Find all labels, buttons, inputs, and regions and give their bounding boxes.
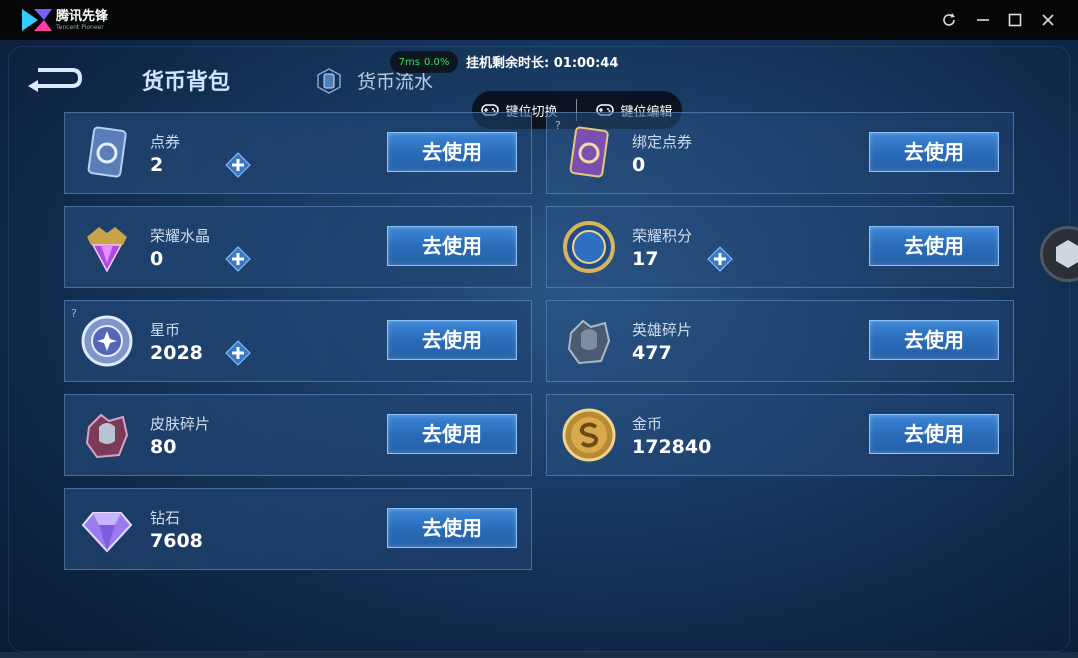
currency-name: 点券 (150, 133, 181, 151)
maximize-button[interactable] (1002, 8, 1028, 32)
honor-crystal-icon (87, 227, 127, 273)
currency-card-skin-fragment: 皮肤碎片 80 去使用 (64, 394, 532, 476)
help-mark[interactable]: ? (71, 307, 77, 320)
currency-name: 荣耀积分 (632, 227, 693, 245)
app-subtitle: Tencent Pioneer (56, 24, 104, 31)
currency-amount: 2 (150, 154, 164, 176)
star-coin-icon (81, 315, 133, 367)
refresh-icon (943, 13, 955, 26)
use-button[interactable]: 去使用 (869, 132, 999, 172)
tab-currency-bag[interactable]: 货币背包 (142, 64, 230, 96)
add-icon[interactable] (225, 340, 251, 366)
add-icon[interactable] (707, 246, 733, 272)
coupon-card-icon (87, 126, 127, 178)
currency-card-hero-fragment: 英雄碎片 477 去使用 (546, 300, 1014, 382)
hexagon-icon (1056, 240, 1078, 268)
bound-coupon-card-icon (569, 126, 609, 178)
currency-amount: 172840 (632, 436, 712, 458)
refresh-button[interactable] (936, 8, 962, 32)
currency-card-coupon: 点券 2 去使用 (64, 112, 532, 194)
add-icon[interactable] (225, 152, 251, 178)
maximize-icon (1008, 13, 1022, 27)
currency-amount: 477 (632, 342, 672, 364)
currency-name: 绑定点券 (632, 133, 693, 151)
session-timer: 挂机剩余时长: 01:00:44 (466, 56, 619, 71)
help-mark[interactable]: ? (555, 119, 561, 132)
network-status: 7ms 0.0% (390, 51, 458, 73)
close-icon (1042, 14, 1054, 26)
currency-card-honor-points: 荣耀积分 17 去使用 (546, 206, 1014, 288)
currency-amount: 0 (632, 154, 646, 176)
use-button[interactable]: 去使用 (869, 414, 999, 454)
currency-card-gold: 金币 172840 去使用 (546, 394, 1014, 476)
latency-value: 7ms (398, 56, 420, 68)
currency-name: 钻石 (150, 509, 181, 527)
honor-points-icon (563, 221, 615, 273)
use-button[interactable]: 去使用 (869, 320, 999, 360)
minimize-icon (977, 19, 989, 21)
currency-card-star-coin: ? 星币 2028 去使用 (64, 300, 532, 382)
app-logo-icon (22, 9, 52, 31)
gold-coin-icon (562, 408, 616, 462)
use-button[interactable]: 去使用 (387, 132, 517, 172)
packet-loss-value: 0.0% (423, 56, 450, 68)
use-button[interactable]: 去使用 (387, 226, 517, 266)
bottom-edge (0, 652, 1078, 658)
currency-card-bound-coupon: ? 绑定点券 0 去使用 (546, 112, 1014, 194)
close-button[interactable] (1035, 8, 1061, 32)
add-icon[interactable] (225, 246, 251, 272)
currency-flow-icon (317, 68, 341, 94)
currency-amount: 17 (632, 248, 659, 270)
game-view: 货币背包 货币流水 7ms 0.0% 挂机剩余时长: 01:00:44 键位切换 (0, 40, 1078, 658)
use-button[interactable]: 去使用 (387, 320, 517, 360)
currency-card-diamond: 钻石 7608 去使用 (64, 488, 532, 570)
side-menu-handle[interactable] (1040, 226, 1078, 282)
currency-name: 皮肤碎片 (150, 415, 211, 433)
skin-fragment-icon (85, 413, 129, 459)
currency-amount: 0 (150, 248, 164, 270)
back-button[interactable] (26, 64, 86, 96)
currency-card-honor-crystal: 荣耀水晶 0 去使用 (64, 206, 532, 288)
currency-amount: 7608 (150, 530, 203, 552)
currency-amount: 2028 (150, 342, 203, 364)
use-button[interactable]: 去使用 (869, 226, 999, 266)
currency-name: 星币 (150, 321, 181, 339)
use-button[interactable]: 去使用 (387, 414, 517, 454)
diamond-icon (81, 512, 133, 553)
currency-name: 金币 (632, 415, 663, 433)
currency-name: 荣耀水晶 (150, 227, 211, 245)
hero-fragment-icon (567, 319, 611, 365)
use-button[interactable]: 去使用 (387, 508, 517, 548)
title-bar: 腾讯先锋 Tencent Pioneer (0, 0, 1078, 40)
currency-amount: 80 (150, 436, 177, 458)
app-name: 腾讯先锋 (56, 9, 109, 24)
currency-name: 英雄碎片 (632, 321, 693, 339)
minimize-button[interactable] (970, 8, 996, 32)
